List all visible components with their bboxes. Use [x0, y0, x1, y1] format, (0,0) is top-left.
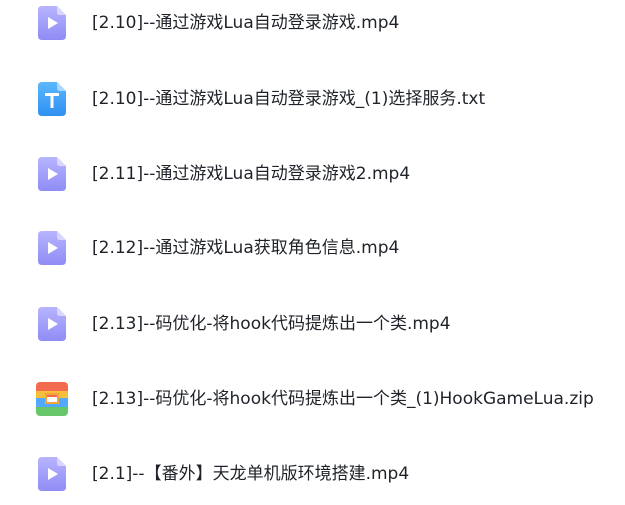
file-name: [2.12]--通过游戏Lua获取角色信息.mp4: [92, 238, 400, 258]
zip-file-icon: [36, 382, 68, 416]
list-item[interactable]: [2.10]--通过游戏Lua自动登录游戏_(1)选择服务.txt: [0, 69, 625, 129]
file-name: [2.13]--码优化-将hook代码提炼出一个类_(1)HookGameLua…: [92, 389, 594, 409]
list-item[interactable]: [2.13]--码优化-将hook代码提炼出一个类_(1)HookGameLua…: [0, 369, 625, 429]
video-file-icon: [38, 457, 66, 491]
file-name: [2.10]--通过游戏Lua自动登录游戏_(1)选择服务.txt: [92, 89, 486, 109]
file-name: [2.10]--通过游戏Lua自动登录游戏.mp4: [92, 13, 400, 33]
list-item[interactable]: [2.12]--通过游戏Lua获取角色信息.mp4: [0, 218, 625, 278]
list-item[interactable]: [2.1]--【番外】天龙单机版环境搭建.mp4: [0, 444, 625, 504]
text-file-icon: [38, 82, 66, 116]
list-item[interactable]: [2.10]--通过游戏Lua自动登录游戏.mp4: [0, 0, 625, 53]
video-file-icon: [38, 157, 66, 191]
file-name: [2.1]--【番外】天龙单机版环境搭建.mp4: [92, 464, 410, 484]
video-file-icon: [38, 231, 66, 265]
file-name: [2.11]--通过游戏Lua自动登录游戏2.mp4: [92, 164, 411, 184]
list-item[interactable]: [2.13]--码优化-将hook代码提炼出一个类.mp4: [0, 294, 625, 354]
video-file-icon: [38, 307, 66, 341]
list-item[interactable]: [2.11]--通过游戏Lua自动登录游戏2.mp4: [0, 144, 625, 204]
file-list: [2.10]--通过游戏Lua自动登录游戏.mp4 [2.10]--通过游戏Lu…: [0, 0, 625, 505]
video-file-icon: [38, 6, 66, 40]
file-name: [2.13]--码优化-将hook代码提炼出一个类.mp4: [92, 314, 451, 334]
